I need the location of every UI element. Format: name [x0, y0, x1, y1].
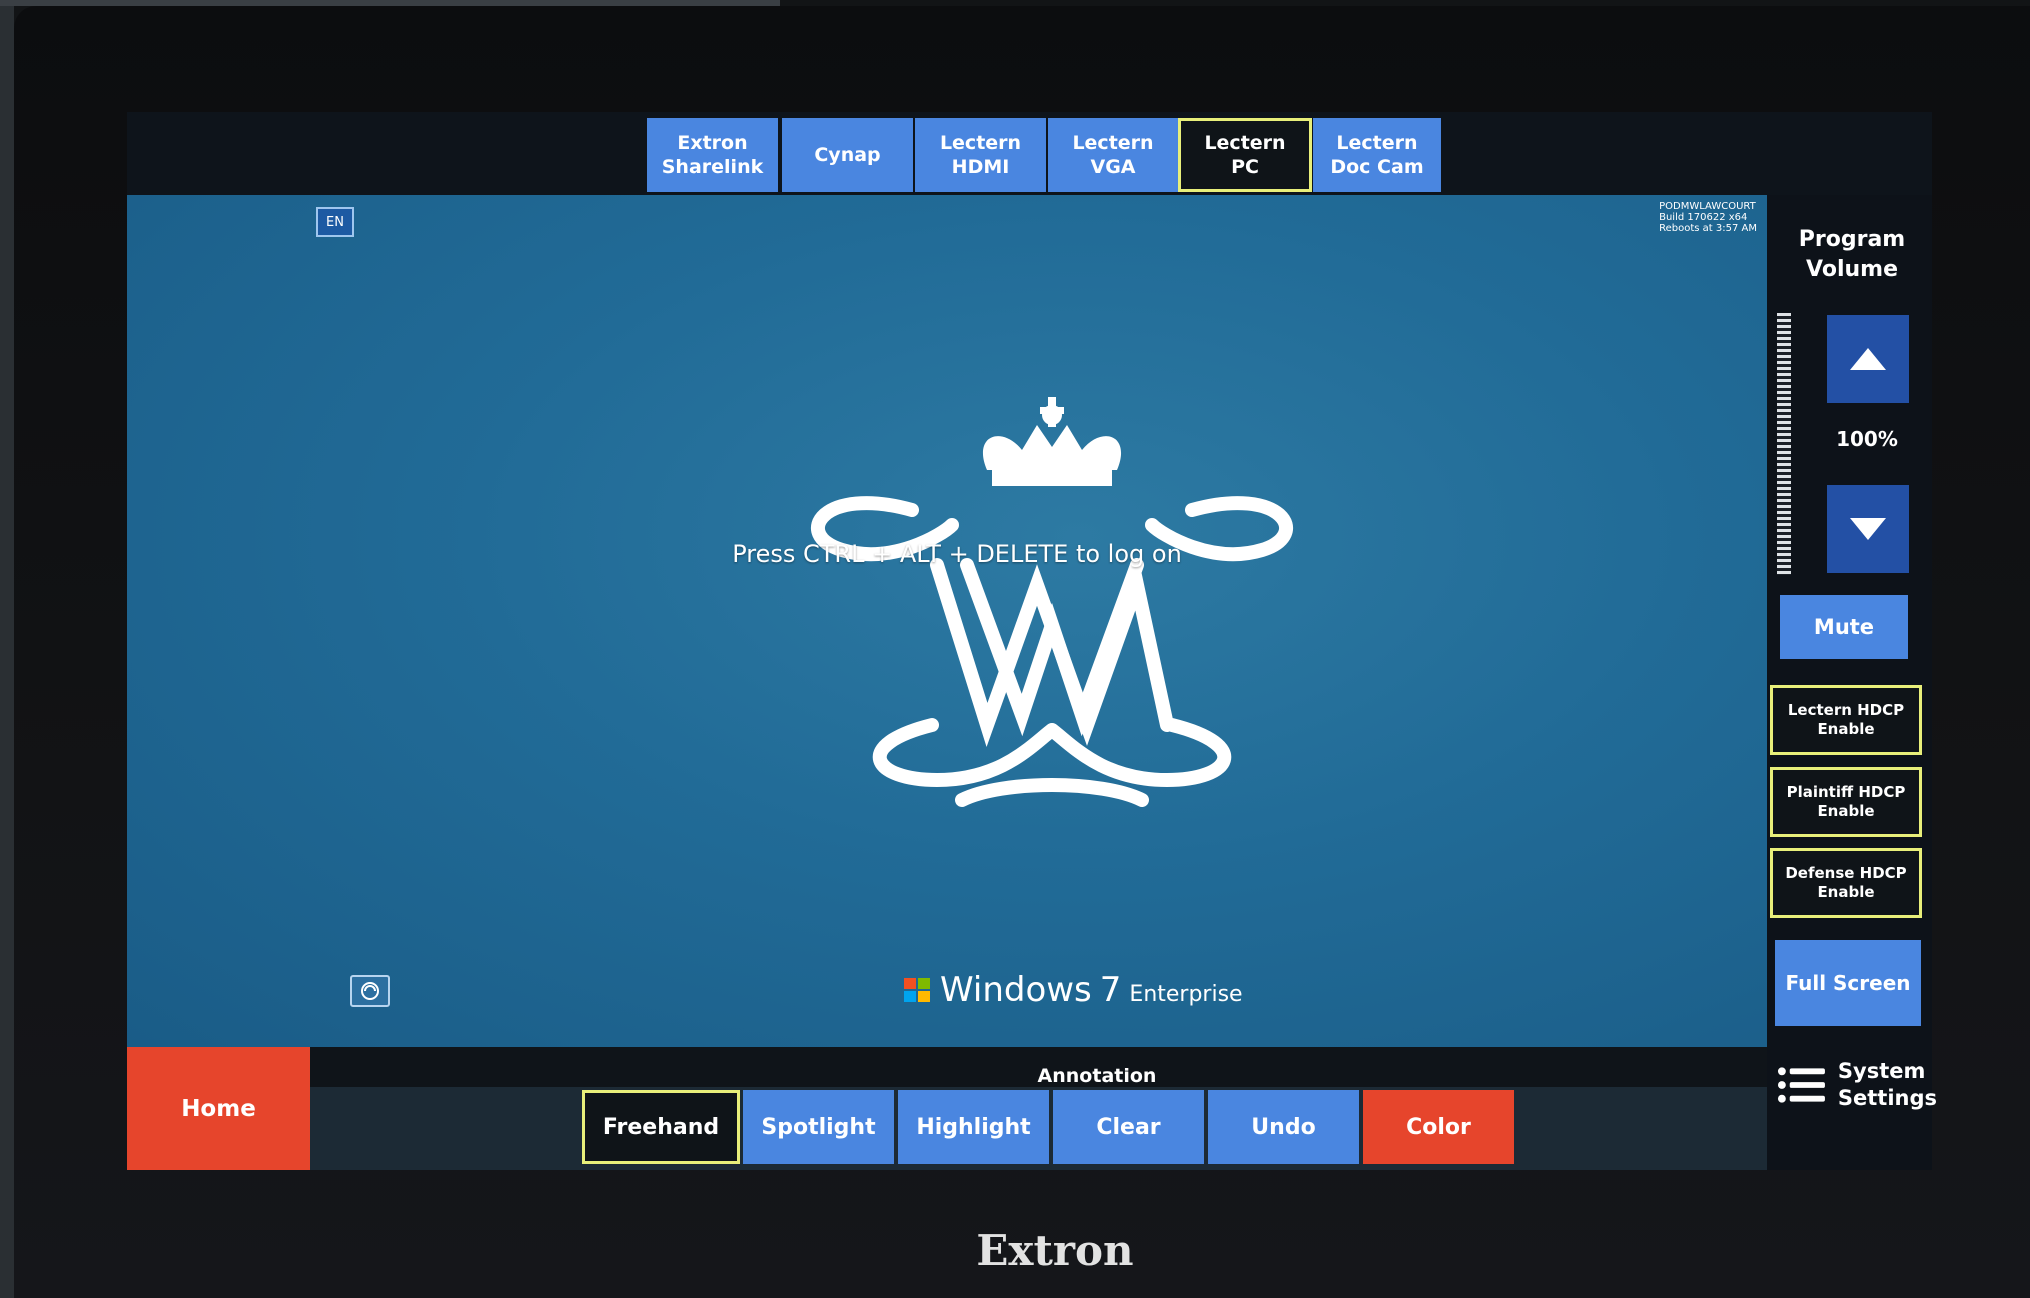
source-button-lectern-hdmi[interactable]: Lectern HDMI	[915, 118, 1046, 192]
source-button-lectern-doc-cam[interactable]: Lectern Doc Cam	[1313, 118, 1441, 192]
source-button-cynap[interactable]: Cynap	[782, 118, 913, 192]
triangle-up-icon	[1850, 348, 1886, 370]
bottom-bar: Home Annotation Freehand Spotlight Highl…	[127, 1047, 1767, 1170]
volume-down-button[interactable]	[1827, 485, 1909, 573]
device-brand-logo: Extron	[976, 1226, 1134, 1275]
pc-preview[interactable]: EN PODMWLAWCOURT Build 170622 x64 Reboot…	[127, 195, 1767, 1047]
system-settings-label: System Settings	[1837, 1059, 1937, 1110]
ease-of-access-icon[interactable]	[350, 975, 390, 1007]
color-button[interactable]: Color	[1363, 1090, 1514, 1164]
machine-build: Build 170622 x64	[1659, 212, 1748, 223]
home-button[interactable]: Home	[127, 1047, 310, 1170]
windows-branding: Windows 7 Enterprise	[902, 970, 1243, 1010]
full-screen-button[interactable]: Full Screen	[1775, 940, 1921, 1026]
list-menu-icon	[1777, 1067, 1825, 1103]
machine-reboot: Reboots at 3:57 AM	[1659, 223, 1757, 234]
windows-flag-icon	[904, 978, 930, 1002]
freehand-button[interactable]: Freehand	[582, 1090, 740, 1164]
clear-button[interactable]: Clear	[1053, 1090, 1204, 1164]
os-edition: Enterprise	[1129, 981, 1243, 1007]
logon-message: Press CTRL + ALT + DELETE to log on	[732, 540, 1182, 568]
spotlight-button[interactable]: Spotlight	[743, 1090, 894, 1164]
source-button-lectern-vga[interactable]: Lectern VGA	[1048, 118, 1178, 192]
lectern-hdcp-button[interactable]: Lectern HDCP Enable	[1770, 685, 1922, 755]
background-wall	[0, 0, 14, 1298]
defense-hdcp-button[interactable]: Defense HDCP Enable	[1770, 848, 1922, 918]
source-bar: Extron Sharelink Cynap Lectern HDMI Lect…	[127, 112, 1932, 195]
volume-title: Program Volume	[1798, 227, 1906, 282]
os-version: 7	[1099, 970, 1122, 1010]
annotation-title: Annotation	[1037, 1065, 1157, 1087]
source-button-extron-sharelink[interactable]: Extron Sharelink	[647, 118, 778, 192]
language-indicator[interactable]: EN	[316, 207, 354, 237]
machine-info: PODMWLAWCOURT Build 170622 x64 Reboots a…	[1659, 201, 1757, 234]
undo-button[interactable]: Undo	[1208, 1090, 1359, 1164]
os-name: Windows	[940, 970, 1092, 1010]
highlight-button[interactable]: Highlight	[898, 1090, 1049, 1164]
right-control-panel: Program Volume 100% Mute Lectern HDCP En…	[1767, 195, 1937, 1170]
system-settings-button[interactable]: System Settings	[1777, 1055, 1937, 1115]
plaintiff-hdcp-button[interactable]: Plaintiff HDCP Enable	[1770, 767, 1922, 837]
machine-name: PODMWLAWCOURT	[1659, 201, 1756, 212]
crest-logo	[810, 397, 1294, 807]
volume-up-button[interactable]	[1827, 315, 1909, 403]
mute-button[interactable]: Mute	[1780, 595, 1908, 659]
source-button-lectern-pc[interactable]: Lectern PC	[1178, 118, 1312, 192]
volume-level: 100%	[1836, 427, 1898, 451]
touch-panel-screen: Extron Sharelink Cynap Lectern HDMI Lect…	[127, 112, 1937, 1170]
triangle-down-icon	[1850, 518, 1886, 540]
volume-meter	[1777, 313, 1791, 575]
